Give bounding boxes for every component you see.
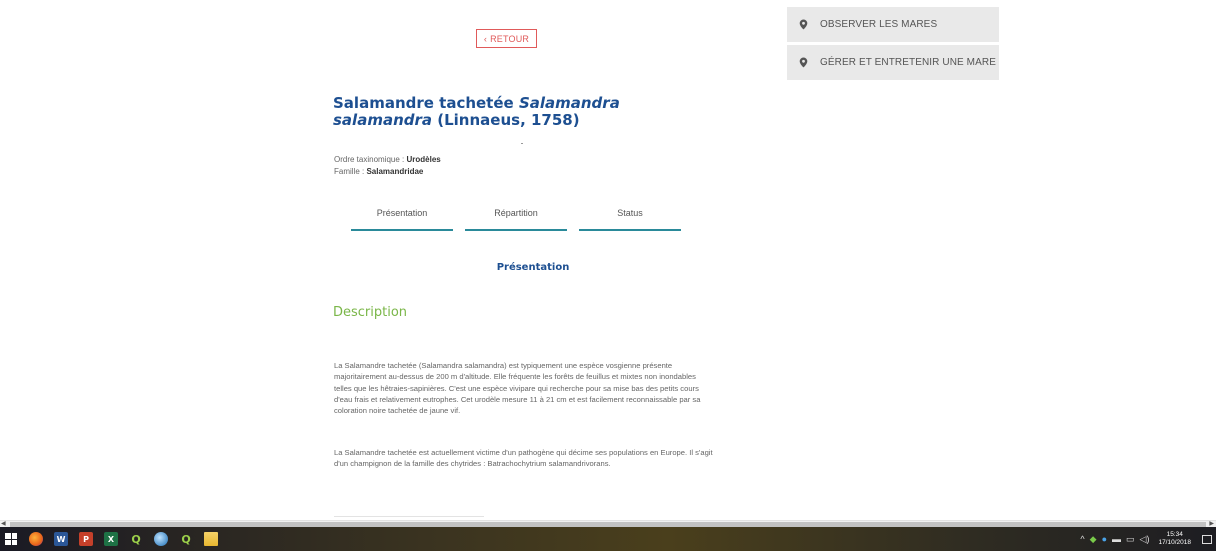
- taxonomy-info: Ordre taxinomique : Urodèles Famille : S…: [334, 154, 441, 178]
- system-tray: ^ ◆ ● ▬ ▭ ◁) 15:34 17/10/2018: [1080, 527, 1216, 551]
- excel-icon[interactable]: X: [104, 532, 118, 546]
- app-tray-icon[interactable]: ◆: [1090, 534, 1097, 545]
- qgis-globe-icon[interactable]: [154, 532, 168, 546]
- order-label: Ordre taxinomique :: [334, 155, 405, 164]
- file-explorer-icon[interactable]: [204, 532, 218, 546]
- side-menu-item-label: GÉRER ET ENTRETENIR UNE MARE: [820, 57, 996, 68]
- web-page: ‹ RETOUR OBSERVER LES MARES GÉRER ET ENT…: [0, 0, 1216, 520]
- volume-icon[interactable]: ◁): [1140, 534, 1150, 545]
- firefox-icon[interactable]: [29, 532, 43, 546]
- side-menu-item-gerer[interactable]: GÉRER ET ENTRETENIR UNE MARE: [787, 45, 999, 80]
- tab-repartition[interactable]: Répartition: [465, 208, 567, 231]
- battery-icon[interactable]: ▬: [1112, 534, 1121, 544]
- order-value: Urodèles: [406, 155, 441, 164]
- species-title: Salamandre tachetée Salamandra salamandr…: [333, 95, 633, 129]
- windows-start-icon[interactable]: [4, 532, 18, 546]
- decorative-dot: [521, 143, 523, 144]
- qgis-alt-icon[interactable]: Q: [179, 532, 193, 546]
- scroll-left-icon[interactable]: ◀: [1, 520, 6, 527]
- taskbar: W P X Q Q ^ ◆ ● ▬ ▭ ◁) 15:34 17/10/2018: [0, 527, 1216, 551]
- content-divider: [334, 516, 484, 517]
- powerpoint-icon[interactable]: P: [79, 532, 93, 546]
- species-common-name: Salamandre tachetée: [333, 94, 514, 112]
- family-label: Famille :: [334, 167, 365, 176]
- chevron-up-icon[interactable]: ^: [1080, 534, 1084, 544]
- map-pin-icon: [799, 19, 808, 30]
- species-author: (Linnaeus, 1758): [437, 111, 580, 129]
- back-button[interactable]: ‹ RETOUR: [476, 29, 537, 48]
- tab-bar: Présentation Répartition Status: [351, 208, 681, 231]
- description-paragraph: La Salamandre tachetée (Salamandra salam…: [334, 361, 701, 416]
- network-icon[interactable]: ▭: [1126, 534, 1135, 545]
- side-menu-item-observer[interactable]: OBSERVER LES MARES: [787, 7, 999, 42]
- scroll-right-icon[interactable]: ▶: [1209, 520, 1214, 527]
- word-icon[interactable]: W: [54, 532, 68, 546]
- side-menu: OBSERVER LES MARES GÉRER ET ENTRETENIR U…: [787, 7, 999, 83]
- description-heading: Description: [333, 305, 408, 320]
- clock-time: 15:34: [1166, 531, 1183, 538]
- taxonomy-family: Famille : Salamandridae: [334, 166, 441, 178]
- map-pin-icon: [799, 57, 808, 68]
- back-button-label: RETOUR: [490, 33, 530, 44]
- tab-presentation[interactable]: Présentation: [351, 208, 453, 231]
- description-paragraph: La Salamandre tachetée est actuellement …: [334, 448, 713, 469]
- notifications-icon[interactable]: [1202, 534, 1212, 544]
- family-value: Salamandridae: [366, 167, 424, 176]
- section-title: Présentation: [496, 262, 570, 273]
- side-menu-item-label: OBSERVER LES MARES: [820, 19, 938, 30]
- taxonomy-order: Ordre taxinomique : Urodèles: [334, 154, 441, 166]
- clock-date: 17/10/2018: [1158, 539, 1191, 546]
- security-icon[interactable]: ●: [1102, 534, 1107, 544]
- chevron-left-icon: ‹: [483, 33, 488, 44]
- clock[interactable]: 15:34 17/10/2018: [1158, 531, 1191, 547]
- horizontal-scrollbar[interactable]: ◀ ▶: [0, 520, 1216, 527]
- tab-status[interactable]: Status: [579, 208, 681, 231]
- qgis-icon[interactable]: Q: [129, 532, 143, 546]
